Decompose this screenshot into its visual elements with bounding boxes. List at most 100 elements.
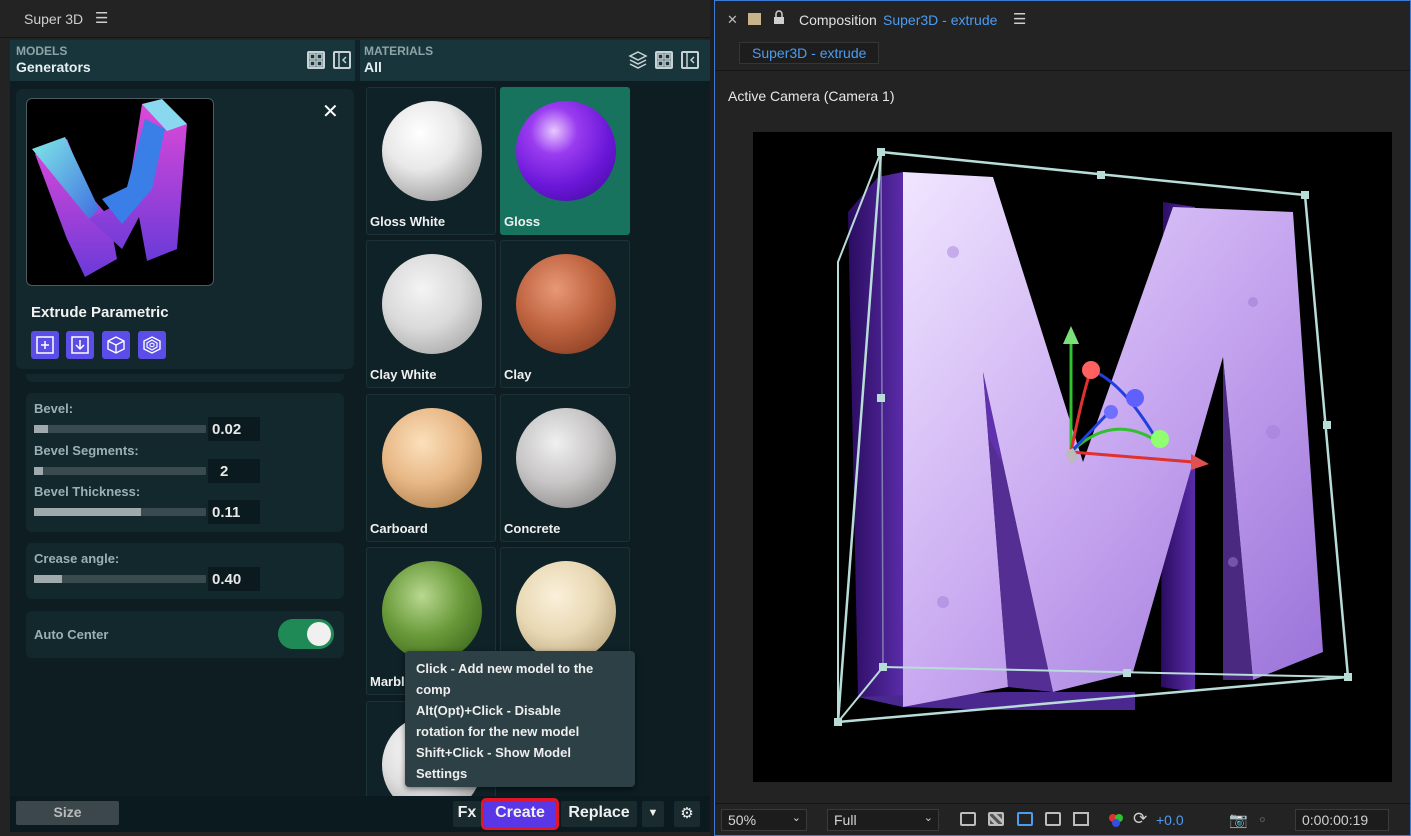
replace-button[interactable]: Replace	[561, 801, 637, 827]
resolution-dropdown[interactable]: Full ⌄	[827, 809, 939, 831]
active-camera-label: Active Camera (Camera 1)	[728, 88, 895, 104]
bevel-segments-value[interactable]: 2	[208, 459, 260, 483]
grid-view-icon[interactable]	[307, 51, 325, 69]
sphere-grid-icon[interactable]	[138, 331, 166, 359]
auto-center-label: Auto Center	[34, 627, 109, 642]
material-label: Clay	[504, 367, 532, 382]
models-section-label: MODELS	[16, 44, 68, 58]
snapshot-icon[interactable]: 📷	[1229, 811, 1248, 829]
comp-subtab[interactable]: Super3D - extrude	[739, 42, 880, 64]
bevel-segments-slider[interactable]	[34, 467, 206, 475]
composition-color-swatch	[748, 13, 761, 25]
material-preview	[382, 254, 482, 354]
toggle-knob	[307, 622, 331, 646]
chevron-down-icon: ⌄	[923, 812, 933, 824]
material-label: Carboard	[370, 521, 428, 536]
grid-view-icon[interactable]	[655, 51, 673, 69]
material-preview	[516, 408, 616, 508]
collapsed-section	[26, 374, 344, 382]
material-tile-gloss[interactable]: Gloss	[500, 87, 630, 235]
panel-title: Super 3D	[24, 11, 84, 27]
material-preview	[516, 101, 616, 201]
close-icon[interactable]: ✕	[727, 12, 738, 28]
composition-label: Composition	[799, 12, 877, 28]
materials-category[interactable]: All	[364, 59, 382, 75]
create-button[interactable]: Create	[481, 798, 559, 830]
download-icon[interactable]	[66, 331, 94, 359]
models-category[interactable]: Generators	[16, 59, 91, 75]
mask-visibility-icon[interactable]	[1017, 812, 1033, 826]
material-preview	[516, 254, 616, 354]
hamburger-icon[interactable]: ☰	[95, 9, 108, 27]
material-tile-clay[interactable]: Clay	[500, 240, 630, 388]
zoom-value: 50%	[728, 812, 757, 828]
gear-icon[interactable]: ⚙	[674, 801, 700, 827]
bevel-params-box: Bevel: 0.02 Bevel Segments: 2 Bevel Thic…	[26, 393, 344, 532]
size-button[interactable]: Size	[16, 801, 119, 825]
lock-icon[interactable]	[773, 10, 785, 26]
zoom-dropdown[interactable]: 50% ⌄	[721, 809, 807, 831]
exposure-reset-icon[interactable]: ⟳	[1133, 809, 1147, 829]
resolution-value: Full	[834, 812, 857, 828]
bevel-thickness-slider[interactable]	[34, 508, 206, 516]
materials-header: MATERIALS All	[360, 40, 710, 81]
transparency-grid-icon[interactable]	[988, 812, 1004, 826]
cube-icon[interactable]	[102, 331, 130, 359]
auto-center-box: Auto Center	[26, 611, 344, 658]
material-tile-clay-white[interactable]: Clay White	[366, 240, 496, 388]
bevel-value[interactable]: 0.02	[208, 417, 260, 441]
material-preview	[382, 408, 482, 508]
bevel-thickness-label: Bevel Thickness:	[34, 484, 141, 499]
bevel-thickness-value[interactable]: 0.11	[208, 500, 260, 524]
tooltip-line: rotation for the new model	[416, 724, 580, 739]
layers-icon[interactable]	[628, 50, 648, 70]
model-thumbnail[interactable]	[26, 98, 214, 286]
material-label: Gloss	[504, 214, 541, 229]
guides-icon[interactable]	[1073, 812, 1089, 826]
bevel-slider[interactable]	[34, 425, 206, 433]
crease-angle-slider[interactable]	[34, 575, 206, 583]
models-header: MODELS Generators	[10, 40, 355, 81]
material-label: Concrete	[504, 521, 561, 536]
super3d-panel: Super 3D ☰ MODELS Generators ✕ Extrude P…	[0, 0, 710, 836]
composition-viewer[interactable]	[753, 132, 1392, 782]
region-of-interest-icon[interactable]	[1045, 812, 1061, 826]
composition-panel: ✕ Composition Super3D - extrude ☰ Super3…	[714, 0, 1411, 836]
material-tile-concrete[interactable]: Concrete	[500, 394, 630, 542]
exposure-value[interactable]: +0.0	[1156, 812, 1184, 828]
close-icon[interactable]: ✕	[322, 99, 339, 124]
collapse-panel-icon[interactable]	[681, 51, 699, 69]
material-tile-carboard[interactable]: Carboard	[366, 394, 496, 542]
timecode-display[interactable]: 0:00:00:19	[1295, 809, 1389, 831]
material-label: Gloss White	[370, 214, 446, 229]
material-preview	[382, 561, 482, 661]
fast-preview-icon[interactable]	[960, 812, 976, 826]
show-snapshot-icon[interactable]: ⚬	[1256, 811, 1269, 829]
chevron-down-icon: ⌄	[791, 812, 801, 824]
color-channels-icon[interactable]	[1107, 812, 1125, 828]
tooltip-line: Settings	[416, 766, 468, 781]
material-label: Clay White	[370, 367, 437, 382]
materials-section-label: MATERIALS	[364, 44, 434, 58]
models-body: ✕ Extrude Parametric Bevel: 0.02 Bevel S…	[10, 81, 360, 796]
crease-angle-slider-fill	[34, 575, 62, 583]
dropdown-arrow-icon[interactable]: ▼	[642, 801, 664, 827]
model-card: ✕ Extrude Parametric	[16, 89, 354, 369]
composition-tab-bar: ✕ Composition Super3D - extrude ☰	[715, 1, 1410, 39]
fx-button[interactable]: Fx	[453, 801, 481, 827]
hamburger-icon[interactable]: ☰	[1013, 10, 1026, 28]
bevel-thickness-slider-fill	[34, 508, 141, 516]
add-icon[interactable]	[31, 331, 59, 359]
model-name: Extrude Parametric	[31, 304, 169, 321]
collapse-panel-icon[interactable]	[333, 51, 351, 69]
material-tile-gloss-white[interactable]: Gloss White	[366, 87, 496, 235]
auto-center-toggle[interactable]	[278, 619, 334, 649]
create-tooltip: Click - Add new model to the comp Alt(Op…	[405, 651, 635, 787]
bevel-label: Bevel:	[34, 401, 74, 416]
panel-footer: Size Fx Create Replace ▼ ⚙	[10, 796, 710, 832]
composition-name[interactable]: Super3D - extrude	[883, 12, 997, 28]
viewer-toolbar: 50% ⌄ Full ⌄ ⟳ +0.0 📷 ⚬ 0:00:00:19	[715, 803, 1410, 835]
crease-angle-value[interactable]: 0.40	[208, 567, 260, 591]
material-preview	[382, 101, 482, 201]
bevel-slider-fill	[34, 425, 48, 433]
